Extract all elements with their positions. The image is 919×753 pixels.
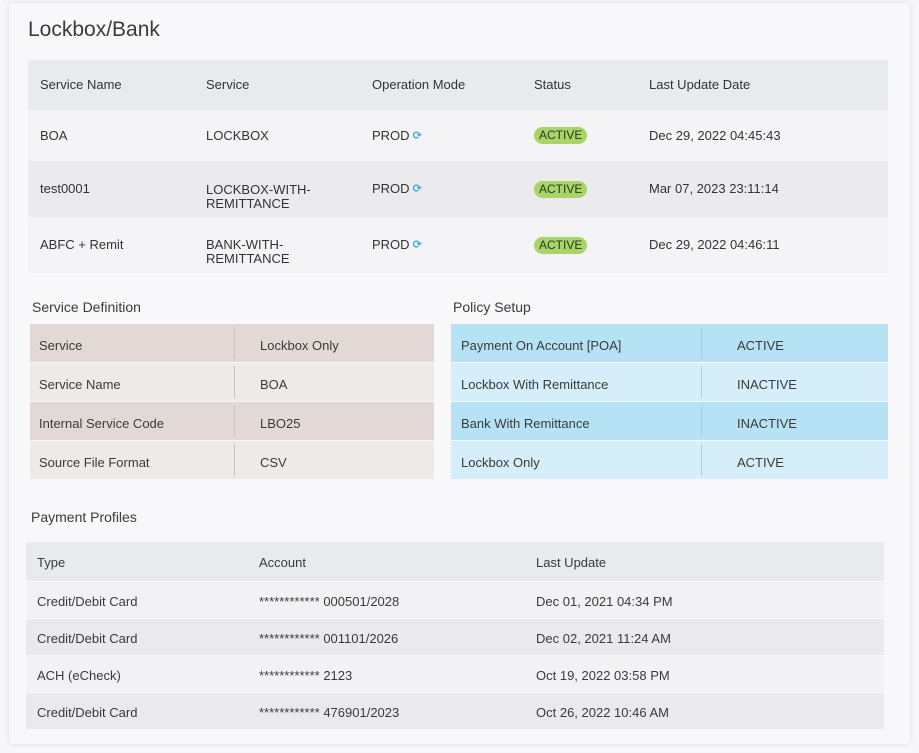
payment-type: Credit/Debit Card	[37, 705, 138, 720]
operation-mode: PROD ⟳	[372, 182, 422, 196]
payment-profiles-header: Type Account Last Update	[26, 542, 884, 582]
payment-type: Credit/Debit Card	[37, 594, 138, 609]
column-header-account[interactable]: Account	[259, 555, 306, 570]
definition-row: Source File Format CSV	[30, 441, 434, 480]
column-divider	[701, 444, 702, 476]
operation-mode-label: PROD	[372, 127, 410, 143]
service-row[interactable]: ABFC + Remit BANK-WITH- REMITTANCE PROD …	[28, 217, 888, 273]
last-update-date: Dec 29, 2022 04:45:43	[649, 127, 781, 143]
operation-mode: PROD ⟳	[372, 238, 422, 252]
definition-key: Service Name	[39, 377, 121, 392]
service-type-line: LOCKBOX	[206, 127, 269, 143]
service-definition-title: Service Definition	[32, 299, 141, 315]
policy-key: Lockbox With Remittance	[461, 377, 609, 392]
refresh-icon[interactable]: ⟳	[413, 129, 422, 143]
payment-account: ************ 000501/2028	[259, 594, 400, 609]
payment-account: ************ 001101/2026	[259, 631, 399, 646]
service-type: BANK-WITH- REMITTANCE	[206, 238, 336, 266]
policy-key: Lockbox Only	[461, 455, 540, 470]
definition-value: BOA	[260, 377, 288, 392]
definition-key: Service	[39, 338, 83, 353]
payment-last-update: Oct 19, 2022 03:58 PM	[536, 668, 670, 683]
policy-key: Bank With Remittance	[461, 416, 590, 431]
status-badge-cell: ACTIVE	[534, 127, 588, 144]
refresh-icon[interactable]: ⟳	[413, 182, 422, 196]
service-type-line: REMITTANCE	[206, 251, 290, 266]
column-header-service[interactable]: Service	[206, 78, 336, 92]
column-header-operation-mode[interactable]: Operation Mode	[372, 78, 465, 92]
column-header-last-update-date[interactable]: Last Update Date	[649, 78, 750, 92]
payment-account: ************ 2123	[259, 668, 353, 683]
service-type-line: LOCKBOX-WITH-	[206, 182, 311, 197]
status-badge-cell: ACTIVE	[534, 180, 588, 198]
policy-value: ACTIVE	[737, 338, 784, 353]
policy-setup-title: Policy Setup	[453, 299, 531, 315]
policy-row: Bank With Remittance INACTIVE	[451, 402, 888, 441]
column-header-service-name[interactable]: Service Name	[40, 78, 122, 92]
definition-row: Service Lockbox Only	[30, 324, 434, 363]
last-update-date: Dec 29, 2022 04:46:11	[649, 237, 780, 252]
operation-mode: PROD ⟳	[372, 127, 422, 143]
refresh-icon[interactable]: ⟳	[413, 238, 422, 252]
payment-profile-row[interactable]: ACH (eCheck) ************ 2123 Oct 19, 2…	[26, 656, 884, 693]
service-row[interactable]: BOA LOCKBOX PROD ⟳ ACTIVE Dec 29, 2022 0…	[28, 110, 888, 161]
payment-last-update: Dec 01, 2021 04:34 PM	[536, 594, 673, 609]
service-definition-table: Service Lockbox Only Service Name BOA In…	[30, 324, 434, 480]
service-name[interactable]: ABFC + Remit	[40, 238, 123, 252]
service-type-line: BANK-WITH-	[206, 237, 284, 252]
services-table: Service Name Service Operation Mode Stat…	[28, 60, 888, 273]
column-header-status[interactable]: Status	[534, 78, 571, 92]
column-divider	[701, 405, 702, 437]
status-badge: ACTIVE	[534, 180, 588, 198]
column-divider	[234, 444, 235, 476]
column-header-type[interactable]: Type	[37, 555, 65, 570]
policy-value: ACTIVE	[737, 455, 784, 470]
services-table-header: Service Name Service Operation Mode Stat…	[28, 60, 888, 110]
definition-row: Internal Service Code LBO25	[30, 402, 434, 441]
column-divider	[701, 327, 702, 359]
service-name[interactable]: BOA	[40, 128, 67, 143]
payment-type: Credit/Debit Card	[37, 631, 138, 646]
status-badge-cell: ACTIVE	[534, 236, 588, 254]
definition-value: LBO25	[260, 416, 301, 431]
policy-row: Lockbox With Remittance INACTIVE	[451, 363, 888, 402]
column-divider	[701, 366, 702, 398]
service-type: LOCKBOX	[206, 127, 336, 143]
policy-key: Payment On Account [POA]	[461, 338, 622, 353]
payment-last-update: Dec 02, 2021 11:24 AM	[536, 631, 671, 646]
policy-value: INACTIVE	[737, 416, 797, 431]
definition-value: Lockbox Only	[260, 338, 339, 353]
column-divider	[234, 366, 235, 398]
operation-mode-label: PROD	[372, 181, 410, 196]
column-header-last-update[interactable]: Last Update	[536, 555, 606, 570]
last-update-date: Mar 07, 2023 23:11:14	[649, 181, 779, 196]
service-name[interactable]: test0001	[40, 182, 90, 196]
column-divider	[234, 327, 235, 359]
payment-profile-row[interactable]: Credit/Debit Card ************ 001101/20…	[26, 619, 884, 656]
policy-setup-table: Payment On Account [POA] ACTIVE Lockbox …	[451, 324, 888, 480]
definition-key: Source File Format	[39, 455, 150, 470]
payment-profile-row[interactable]: Credit/Debit Card ************ 476901/20…	[26, 693, 884, 730]
policy-row: Payment On Account [POA] ACTIVE	[451, 324, 888, 363]
definition-value: CSV	[260, 455, 287, 470]
payment-profiles-title: Payment Profiles	[31, 509, 137, 525]
definition-key: Internal Service Code	[39, 416, 165, 431]
payment-type: ACH (eCheck)	[37, 668, 121, 683]
definition-row: Service Name BOA	[30, 363, 434, 402]
page-title: Lockbox/Bank	[28, 18, 160, 41]
payment-last-update: Oct 26, 2022 10:46 AM	[536, 705, 669, 720]
column-divider	[234, 405, 235, 437]
payment-profiles-table: Type Account Last Update Credit/Debit Ca…	[26, 542, 884, 730]
service-type: LOCKBOX-WITH- REMITTANCE	[206, 183, 336, 211]
service-row[interactable]: test0001 LOCKBOX-WITH- REMITTANCE PROD ⟳…	[28, 161, 888, 217]
policy-value: INACTIVE	[737, 377, 797, 392]
service-type-line: REMITTANCE	[206, 196, 290, 211]
operation-mode-label: PROD	[372, 237, 410, 252]
status-badge: ACTIVE	[534, 127, 588, 144]
status-badge: ACTIVE	[534, 236, 588, 254]
payment-profile-row[interactable]: Credit/Debit Card ************ 000501/20…	[26, 582, 884, 619]
payment-account: ************ 476901/2023	[259, 705, 400, 720]
policy-row: Lockbox Only ACTIVE	[451, 441, 888, 480]
